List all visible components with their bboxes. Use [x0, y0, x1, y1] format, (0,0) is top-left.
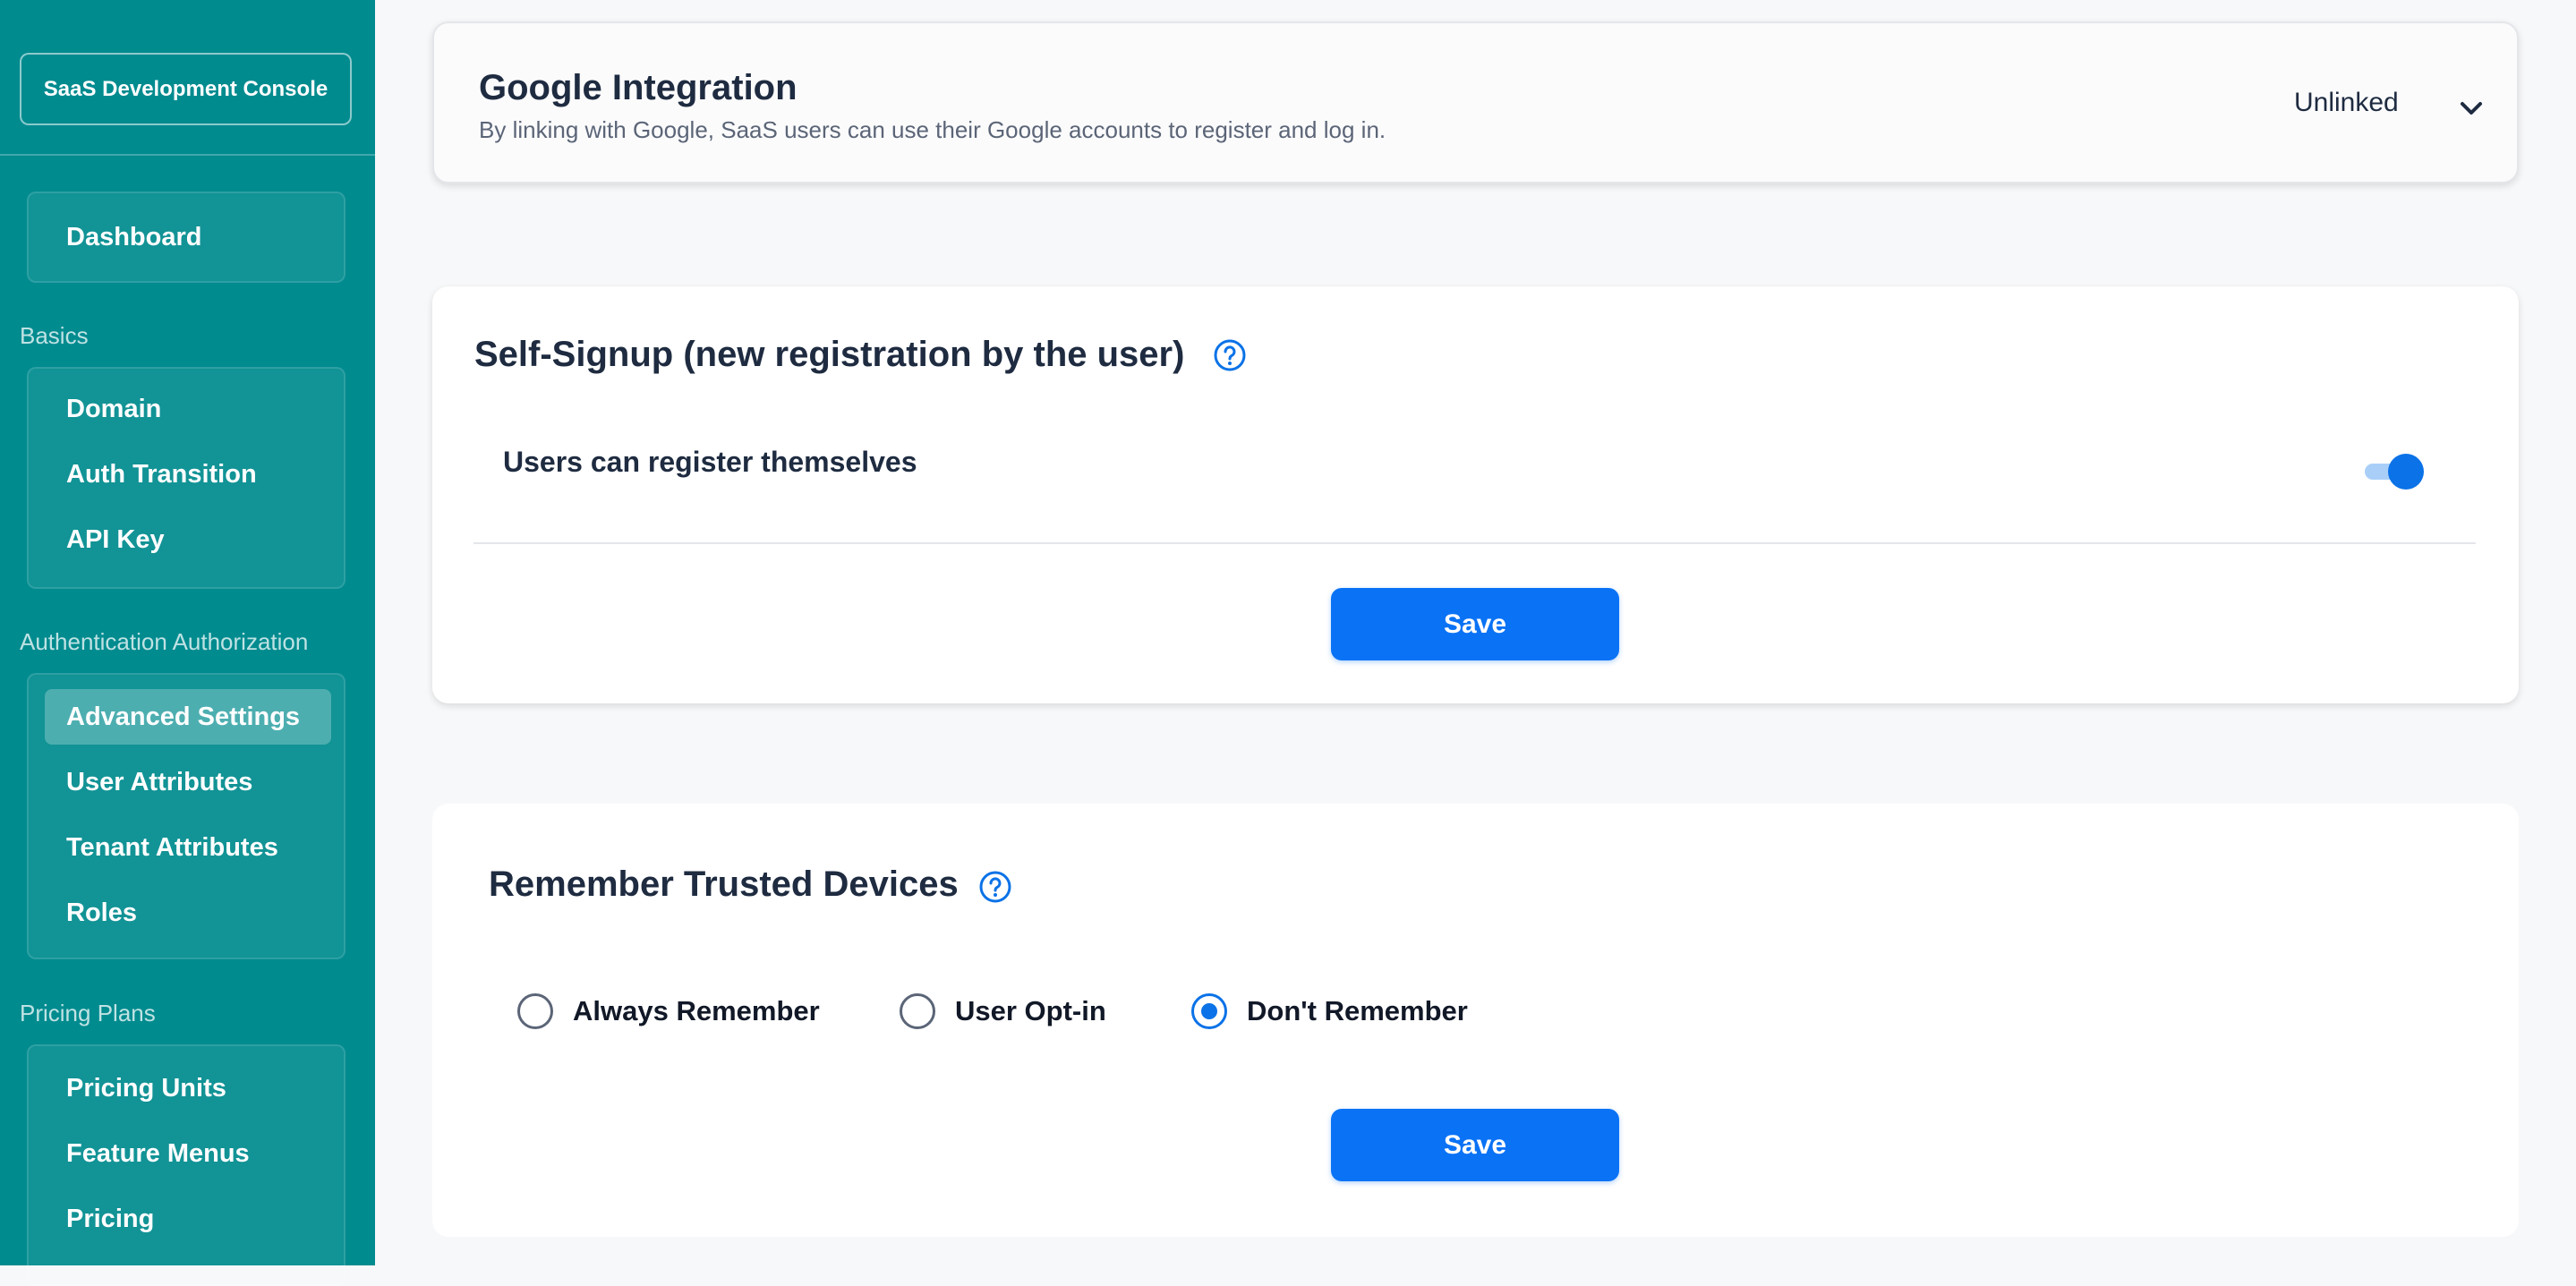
self-signup-title: Self-Signup (new registration by the use… — [474, 335, 1185, 374]
toggle-knob — [2388, 454, 2424, 490]
sidebar-item-tenant-attributes[interactable]: Tenant Attributes — [45, 820, 331, 875]
self-signup-save-button[interactable]: Save — [1331, 588, 1619, 660]
console-button[interactable]: SaaS Development Console — [20, 53, 352, 125]
nav-group-dashboard: Dashboard — [27, 192, 345, 283]
sidebar-item-advanced-settings[interactable]: Advanced Settings — [45, 689, 331, 745]
radio-dont-remember[interactable]: Don't Remember — [1191, 992, 1468, 1031]
trusted-devices-title: Remember Trusted Devices — [489, 864, 959, 904]
sidebar-item-dashboard[interactable]: Dashboard — [30, 209, 342, 265]
radio-user-opt-in[interactable]: User Opt-in — [900, 992, 1106, 1031]
section-label-basics: Basics — [20, 322, 89, 349]
radio-label: Always Remember — [573, 995, 820, 1026]
google-link-status: Unlinked — [2294, 88, 2399, 117]
sidebar-item-pricing[interactable]: Pricing — [45, 1191, 331, 1247]
radio-label: Don't Remember — [1247, 995, 1468, 1026]
chevron-down-icon[interactable] — [2453, 91, 2489, 127]
section-label-authentication: Authentication Authorization — [20, 628, 309, 655]
sidebar-item-user-attributes[interactable]: User Attributes — [45, 754, 331, 810]
nav-group-basics: Domain Auth Transition API Key — [27, 367, 345, 589]
self-signup-divider — [473, 542, 2476, 544]
question-circle-icon[interactable] — [978, 870, 1012, 904]
radio-circle[interactable] — [1191, 993, 1227, 1029]
radio-always-remember[interactable]: Always Remember — [517, 992, 820, 1031]
self-register-label: Users can register themselves — [503, 446, 917, 478]
radio-circle[interactable] — [517, 993, 553, 1029]
google-integration-title: Google Integration — [479, 68, 798, 107]
sidebar-divider — [0, 154, 375, 156]
sidebar-item-api-key[interactable]: API Key — [45, 512, 331, 567]
sidebar-item-feature-menus[interactable]: Feature Menus — [45, 1126, 331, 1181]
self-register-toggle[interactable] — [2361, 452, 2427, 490]
section-label-pricing-plans: Pricing Plans — [20, 1000, 156, 1026]
sidebar-item-auth-transition[interactable]: Auth Transition — [45, 447, 331, 502]
trusted-devices-save-button[interactable]: Save — [1331, 1109, 1619, 1181]
nav-group-authentication: Advanced Settings User Attributes Tenant… — [27, 673, 345, 959]
sidebar-item-domain[interactable]: Domain — [45, 381, 331, 437]
radio-circle[interactable] — [900, 993, 935, 1029]
google-integration-description: By linking with Google, SaaS users can u… — [479, 116, 1386, 143]
google-integration-card[interactable]: Google Integration By linking with Googl… — [432, 21, 2519, 183]
sidebar-item-pricing-units[interactable]: Pricing Units — [45, 1060, 331, 1116]
sidebar-item-roles[interactable]: Roles — [45, 885, 331, 941]
nav-group-pricing: Pricing Units Feature Menus Pricing — [27, 1044, 345, 1286]
sidebar: SaaS Development Console Dashboard Basic… — [0, 0, 375, 1286]
question-circle-icon[interactable] — [1213, 338, 1247, 372]
radio-label: User Opt-in — [955, 995, 1106, 1026]
